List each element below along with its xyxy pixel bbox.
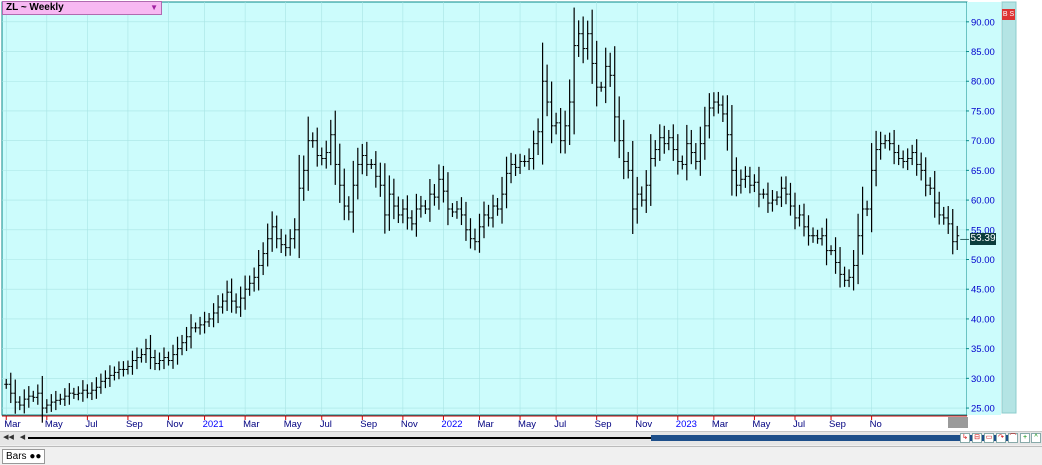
date-scale-highlight (948, 417, 968, 428)
x-tick-label: Jul (793, 419, 805, 430)
price-chart: 25.0030.0035.0040.0045.0050.0055.0060.00… (0, 0, 1042, 432)
x-tick-label: Sep (829, 419, 846, 430)
x-tick-label: May (45, 419, 63, 430)
x-tick-label: Mar (712, 419, 728, 430)
x-tick-label: No (870, 419, 882, 430)
symbol-label: ZL ~ Weekly (6, 2, 64, 13)
x-tick-label: 2021 (203, 419, 224, 430)
y-tick-label: 70.00 (971, 136, 995, 147)
chart-tool-icon-1[interactable]: ↳ (960, 433, 970, 443)
y-tick-label: 80.00 (971, 77, 995, 88)
bottom-tab-bar: Bars ●● (0, 446, 1042, 465)
x-tick-label: Mar (477, 419, 493, 430)
y-tick-label: 45.00 (971, 285, 995, 296)
symbol-selector[interactable]: ZL ~ Weekly ▼ (2, 1, 162, 15)
x-tick-label: Mar (4, 419, 20, 430)
x-tick-label: May (518, 419, 536, 430)
chevron-down-icon: ▼ (150, 3, 158, 12)
x-tick-label: 2023 (676, 419, 697, 430)
scroll-thumb[interactable] (651, 435, 1009, 441)
chart-tool-icon-5[interactable]: ⌒ (1008, 433, 1018, 443)
x-tick-label: Nov (635, 419, 652, 430)
last-price-label: 53.39 (970, 233, 996, 245)
y-tick-label: 50.00 (971, 255, 995, 266)
buy-sell-badge[interactable]: B S (1002, 9, 1015, 20)
y-tick-label: 85.00 (971, 47, 995, 58)
y-tick-label: 60.00 (971, 196, 995, 207)
x-tick-label: Jul (554, 419, 566, 430)
x-tick-label: Sep (126, 419, 143, 430)
x-tick-label: Sep (360, 419, 377, 430)
y-tick-label: 35.00 (971, 344, 995, 355)
tab-bars-label: Bars (6, 451, 27, 462)
horizontal-scrollbar[interactable]: ◀◀ ◀ ↳ ⊟ ▭ ↷ ⌒ + ^ (0, 431, 1042, 445)
y-tick-label: 40.00 (971, 314, 995, 325)
link-icon: ●● (29, 451, 42, 462)
right-scroll-strip[interactable] (1001, 1, 1017, 414)
x-tick-label: 2022 (441, 419, 462, 430)
y-tick-label: 90.00 (971, 17, 995, 28)
y-tick-label: 65.00 (971, 166, 995, 177)
zoom-in-icon[interactable]: + (1020, 433, 1030, 443)
x-tick-label: Mar (243, 419, 259, 430)
y-tick-label: 30.00 (971, 374, 995, 385)
chart-tool-icon-4[interactable]: ↷ (996, 433, 1006, 443)
scroll-start-icon[interactable]: ◀◀ (3, 433, 14, 443)
y-tick-label: 25.00 (971, 404, 995, 415)
x-tick-label: Jul (320, 419, 332, 430)
x-tick-label: May (284, 419, 302, 430)
chart-tool-icon-2[interactable]: ⊟ (972, 433, 982, 443)
x-tick-label: May (752, 419, 770, 430)
x-tick-label: Jul (85, 419, 97, 430)
chart-tool-icon-3[interactable]: ▭ (984, 433, 994, 443)
x-tick-label: Nov (167, 419, 184, 430)
x-tick-label: Nov (401, 419, 418, 430)
scroll-left-icon[interactable]: ◀ (17, 433, 28, 443)
y-tick-label: 75.00 (971, 106, 995, 117)
tab-bars[interactable]: Bars ●● (2, 449, 46, 464)
zoom-out-icon[interactable]: ^ (1031, 433, 1041, 443)
x-tick-label: Sep (595, 419, 612, 430)
